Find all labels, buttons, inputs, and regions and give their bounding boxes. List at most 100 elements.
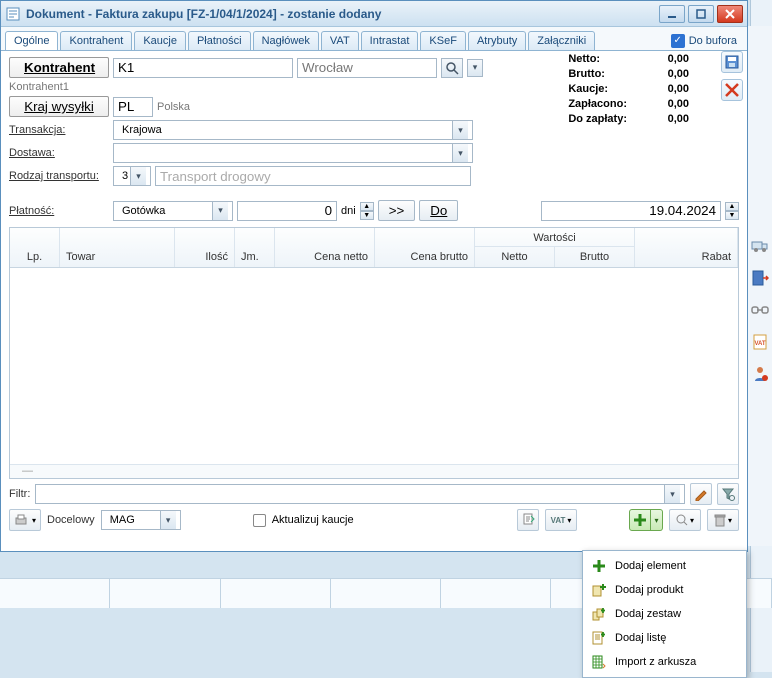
tab-platnosci[interactable]: Płatności xyxy=(188,31,251,50)
truck-icon[interactable] xyxy=(750,236,770,256)
bufor-checkbox[interactable]: ✓ Do bufora xyxy=(671,34,737,48)
total-brutto-value: 0,00 xyxy=(635,68,695,81)
total-zaplacono-label: Zapłacono: xyxy=(568,98,633,111)
add-dropdown-toggle[interactable]: ▾ xyxy=(651,509,663,531)
tab-vat[interactable]: VAT xyxy=(321,31,359,50)
menu-dodaj-liste[interactable]: Dodaj listę xyxy=(585,626,744,650)
arrow-button[interactable]: >> xyxy=(378,200,416,221)
col-wartosc-brutto[interactable]: Brutto xyxy=(555,247,634,267)
dostawa-label: Dostawa: xyxy=(9,147,109,159)
col-ilosc[interactable]: Ilość xyxy=(175,228,235,267)
kraj-button[interactable]: Kraj wysyłki xyxy=(9,96,109,117)
items-table: Lp. Towar Ilość Jm. Cena netto Cena brut… xyxy=(9,227,739,479)
menu-dodaj-element[interactable]: Dodaj element xyxy=(585,554,744,578)
tab-naglowek[interactable]: Nagłówek xyxy=(253,31,319,50)
table-header: Lp. Towar Ilość Jm. Cena netto Cena brut… xyxy=(10,228,738,268)
bufor-label: Do bufora xyxy=(689,35,737,47)
total-dozaplaty-label: Do zapłaty: xyxy=(568,113,633,126)
tab-intrastat[interactable]: Intrastat xyxy=(361,31,419,50)
payment-label: Płatność: xyxy=(9,205,109,217)
filter-build-icon[interactable] xyxy=(717,483,739,505)
table-body[interactable] xyxy=(10,268,738,464)
kontrahent-button[interactable]: Kontrahent xyxy=(9,57,109,78)
check-icon: ✓ xyxy=(671,34,685,48)
book-export-icon[interactable] xyxy=(750,268,770,288)
filter-label: Filtr: xyxy=(9,488,30,500)
total-brutto-label: Brutto: xyxy=(568,68,633,81)
search-icon[interactable] xyxy=(441,58,463,78)
kontrahent-code-input[interactable] xyxy=(113,58,293,78)
chevron-down-icon[interactable]: ▾ xyxy=(452,144,468,162)
filter-edit-icon[interactable] xyxy=(690,483,712,505)
col-cena-netto[interactable]: Cena netto xyxy=(275,228,375,267)
document-window: Dokument - Faktura zakupu [FZ-1/04/1/202… xyxy=(0,0,748,552)
close-button[interactable] xyxy=(717,5,743,23)
list-plus-icon xyxy=(591,630,607,646)
print-split-button[interactable]: ▾ xyxy=(9,509,41,531)
menu-dodaj-zestaw[interactable]: Dodaj zestaw xyxy=(585,602,744,626)
kontrahent-city-input[interactable] xyxy=(297,58,437,78)
transport-code-select[interactable]: 3▾ xyxy=(113,166,151,186)
set-plus-icon xyxy=(591,606,607,622)
target-select[interactable]: MAG▾ xyxy=(101,510,181,530)
days-spinner[interactable]: ▲▼ xyxy=(360,202,374,220)
tab-atrybuty[interactable]: Atrybuty xyxy=(468,31,526,50)
table-footer-bar: — xyxy=(10,464,738,478)
document-icon xyxy=(5,6,21,22)
chevron-down-icon[interactable]: ▾ xyxy=(452,121,468,139)
link-icon[interactable] xyxy=(750,300,770,320)
tab-ogolne[interactable]: Ogólne xyxy=(5,31,58,51)
menu-dodaj-produkt[interactable]: Dodaj produkt xyxy=(585,578,744,602)
vat-split-button[interactable]: VAT▾ xyxy=(545,509,577,531)
chevron-down-icon[interactable]: ▾ xyxy=(130,167,146,185)
filter-input[interactable]: ▾ xyxy=(35,484,685,504)
payment-method-select[interactable]: Gotówka▾ xyxy=(113,201,233,221)
total-kaucje-value: 0,00 xyxy=(635,83,695,96)
date-spinner[interactable]: ▲▼ xyxy=(725,202,739,220)
tab-ksef[interactable]: KSeF xyxy=(420,31,466,50)
totals-panel: Netto:0,00 Brutto:0,00 Kaucje:0,00 Zapła… xyxy=(566,51,697,128)
payment-days-input[interactable] xyxy=(237,201,337,221)
col-wartosci-group: Wartości Netto Brutto xyxy=(475,228,635,267)
do-button[interactable]: Do xyxy=(419,200,458,221)
kraj-code-input[interactable] xyxy=(113,97,153,117)
minimize-button[interactable] xyxy=(659,5,685,23)
zoom-split-button[interactable]: ▾ xyxy=(669,509,701,531)
kontrahent-name: Kontrahent1 xyxy=(9,81,69,93)
person-icon[interactable] xyxy=(750,364,770,384)
tab-kaucje[interactable]: Kaucje xyxy=(134,31,186,50)
add-split-button[interactable]: ▾ xyxy=(629,509,663,531)
chevron-down-icon[interactable]: ▾ xyxy=(212,202,228,220)
tab-kontrahent[interactable]: Kontrahent xyxy=(60,31,132,50)
payment-date-input[interactable] xyxy=(541,201,721,221)
update-deposits-checkbox[interactable] xyxy=(253,514,266,527)
menu-import-arkusza[interactable]: Import z arkusza xyxy=(585,650,744,674)
chevron-down-icon[interactable]: ▾ xyxy=(160,511,176,529)
plus-icon xyxy=(591,558,607,574)
col-cena-brutto[interactable]: Cena brutto xyxy=(375,228,475,267)
col-lp[interactable]: Lp. xyxy=(10,228,60,267)
maximize-button[interactable] xyxy=(688,5,714,23)
col-wartosc-netto[interactable]: Netto xyxy=(475,247,555,267)
total-netto-value: 0,00 xyxy=(635,53,695,66)
transport-label: Rodzaj transportu: xyxy=(9,170,109,182)
tab-zalaczniki[interactable]: Załączniki xyxy=(528,31,595,50)
cancel-icon[interactable] xyxy=(721,79,743,101)
kontrahent-dropdown-icon[interactable]: ▾ xyxy=(467,59,483,77)
trash-split-button[interactable]: ▾ xyxy=(707,509,739,531)
transakcja-select[interactable]: Krajowa▾ xyxy=(113,120,473,140)
chevron-down-icon[interactable]: ▾ xyxy=(664,485,680,503)
copy-icon[interactable] xyxy=(517,509,539,531)
vat-page-icon[interactable]: VAT xyxy=(750,332,770,352)
plus-icon[interactable] xyxy=(629,509,651,531)
svg-text:VAT: VAT xyxy=(754,341,765,347)
col-towar[interactable]: Towar xyxy=(60,228,175,267)
save-icon[interactable] xyxy=(721,51,743,73)
total-dozaplaty-value: 0,00 xyxy=(635,113,695,126)
tab-bar: Ogólne Kontrahent Kaucje Płatności Nagłó… xyxy=(1,27,747,50)
add-context-menu: Dodaj element Dodaj produkt Dodaj zestaw… xyxy=(582,550,747,678)
col-jm[interactable]: Jm. xyxy=(235,228,275,267)
col-rabat[interactable]: Rabat xyxy=(635,228,738,267)
dostawa-select[interactable]: ▾ xyxy=(113,143,473,163)
transport-desc xyxy=(155,166,471,186)
